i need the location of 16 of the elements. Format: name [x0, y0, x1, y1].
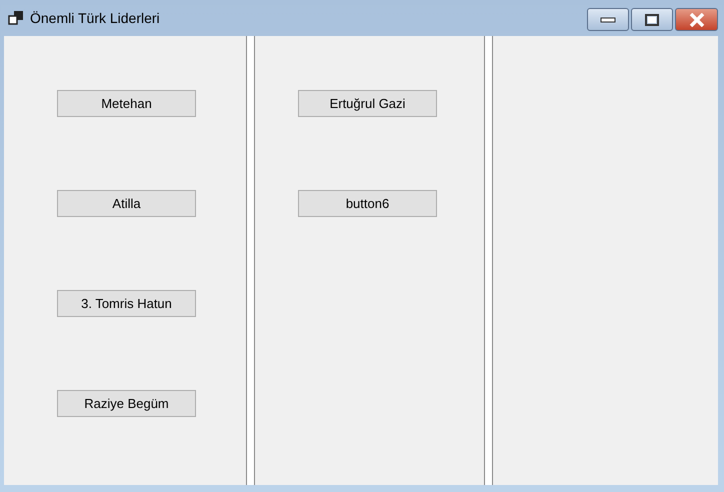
panel-button[interactable]: 3. Tomris Hatun — [57, 290, 196, 317]
maximize-icon — [645, 14, 659, 26]
minimize-button[interactable] — [587, 8, 629, 31]
minimize-icon — [600, 16, 616, 22]
panel-button[interactable]: Atilla — [57, 190, 196, 217]
panel-button[interactable]: button6 — [298, 190, 437, 217]
window-title: Önemli Türk Liderleri — [30, 10, 161, 26]
splitter[interactable] — [484, 36, 493, 485]
splitter[interactable] — [246, 36, 255, 485]
maximize-button[interactable] — [631, 8, 673, 31]
panel-button[interactable]: Ertuğrul Gazi — [298, 90, 437, 117]
close-icon — [688, 12, 704, 26]
panel-button[interactable]: Raziye Begüm — [57, 390, 196, 417]
panel-button[interactable]: Metehan — [57, 90, 196, 117]
close-button[interactable] — [675, 8, 718, 31]
window-icon — [8, 11, 24, 25]
